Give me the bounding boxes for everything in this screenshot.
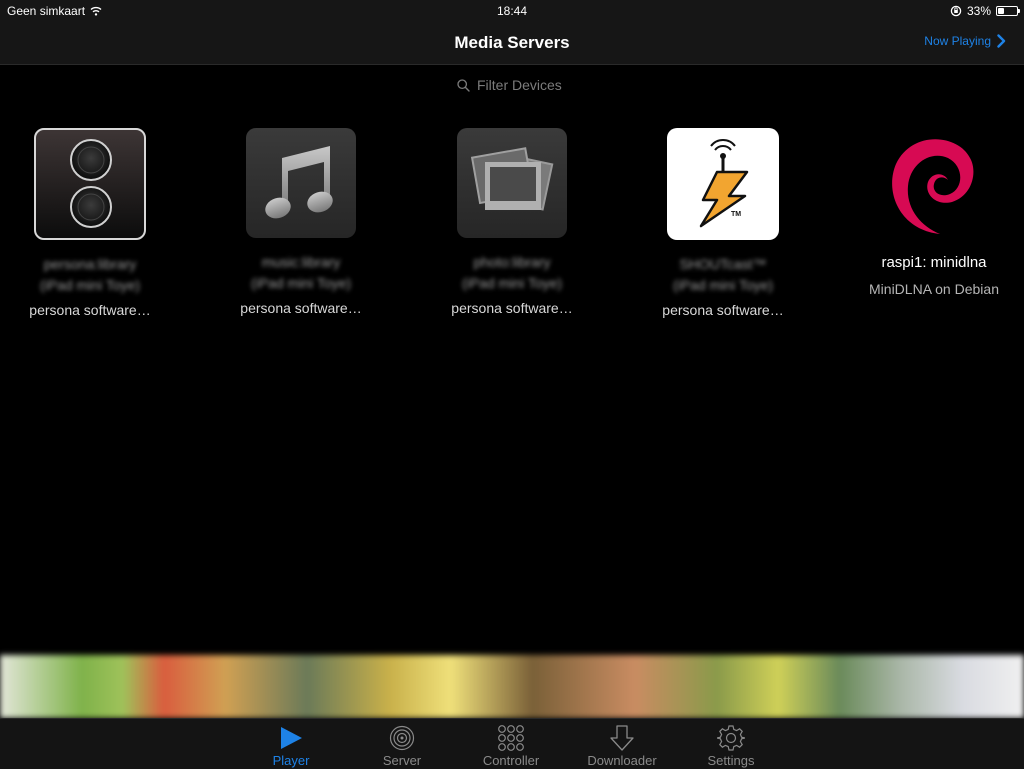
tab-settings[interactable]: Settings xyxy=(676,719,786,769)
device-title: persona:library xyxy=(43,256,137,272)
device-host: (iPad mini Toye) xyxy=(672,277,774,293)
device-name: photo:library (iPad mini Toye) xyxy=(417,252,607,294)
ad-banner[interactable] xyxy=(0,655,1024,718)
device-raspi1-minidlna[interactable]: raspi1: minidlna MiniDLNA on Debian xyxy=(839,128,1024,299)
device-title: raspi1: minidlna xyxy=(881,254,987,271)
device-description: MiniDLNA on Debian xyxy=(869,281,999,297)
page-title: Media Servers xyxy=(454,33,570,52)
debian-swirl-icon xyxy=(878,128,990,240)
status-bar: Geen simkaart 18:44 33% xyxy=(0,0,1024,22)
tab-controller-label: Controller xyxy=(482,753,540,768)
navigation-bar: Media Servers Now Playing xyxy=(0,22,1024,65)
server-icon xyxy=(389,725,415,751)
status-right: 33% xyxy=(950,4,1020,18)
photo-stack-icon xyxy=(457,128,567,238)
battery-percent: 33% xyxy=(966,4,991,18)
device-vendor: persona software… xyxy=(29,302,151,318)
shoutcast-icon: TM xyxy=(667,128,779,240)
device-vendor: persona software… xyxy=(240,300,362,316)
now-playing-button[interactable]: Now Playing xyxy=(924,34,1006,48)
grid-dots-icon xyxy=(498,725,524,751)
device-name: music:library (iPad mini Toye) xyxy=(206,252,396,294)
tab-bar: Player Server Controller Downloader Sett… xyxy=(0,718,1024,769)
battery-icon xyxy=(996,6,1020,16)
tab-server-label: Server xyxy=(382,753,422,768)
tab-settings-label: Settings xyxy=(707,753,755,768)
device-title: SHOUTcast™ xyxy=(679,256,767,272)
device-persona-library[interactable]: persona:library (iPad mini Toye) persona… xyxy=(0,128,185,318)
tab-server[interactable]: Server xyxy=(347,719,457,769)
tab-downloader-label: Downloader xyxy=(587,753,657,768)
device-title: music:library xyxy=(261,254,341,270)
filter-devices-input[interactable] xyxy=(477,77,567,93)
device-host: (iPad mini Toye) xyxy=(461,275,563,291)
status-time: 18:44 xyxy=(496,4,528,18)
tab-downloader[interactable]: Downloader xyxy=(567,719,677,769)
play-icon xyxy=(281,727,302,749)
tab-player[interactable]: Player xyxy=(236,719,346,769)
battery-fill xyxy=(998,8,1004,14)
device-title: photo:library xyxy=(473,254,551,270)
device-name: persona:library (iPad mini Toye) xyxy=(0,254,185,296)
device-host: (iPad mini Toye) xyxy=(250,275,352,291)
device-name: SHOUTcast™ (iPad mini Toye) xyxy=(628,254,818,296)
now-playing-label: Now Playing xyxy=(924,34,991,48)
device-host: (iPad mini Toye) xyxy=(39,277,141,293)
music-note-icon xyxy=(246,128,356,238)
device-photo-library[interactable]: photo:library (iPad mini Toye) persona s… xyxy=(417,128,607,316)
svg-text:TM: TM xyxy=(731,211,741,218)
device-vendor: persona software… xyxy=(662,302,784,318)
download-arrow-icon xyxy=(610,725,634,751)
device-vendor: persona software… xyxy=(451,300,573,316)
chevron-right-icon xyxy=(997,34,1006,48)
rotation-lock-icon xyxy=(950,5,962,17)
search-icon xyxy=(457,78,470,92)
tab-player-label: Player xyxy=(272,753,310,768)
tab-controller[interactable]: Controller xyxy=(456,719,566,769)
filter-devices[interactable] xyxy=(0,77,1024,93)
gear-icon xyxy=(717,725,745,751)
speaker-icon xyxy=(34,128,146,240)
device-shoutcast[interactable]: TM SHOUTcast™ (iPad mini Toye) persona s… xyxy=(628,128,818,318)
device-music-library[interactable]: music:library (iPad mini Toye) persona s… xyxy=(206,128,396,316)
